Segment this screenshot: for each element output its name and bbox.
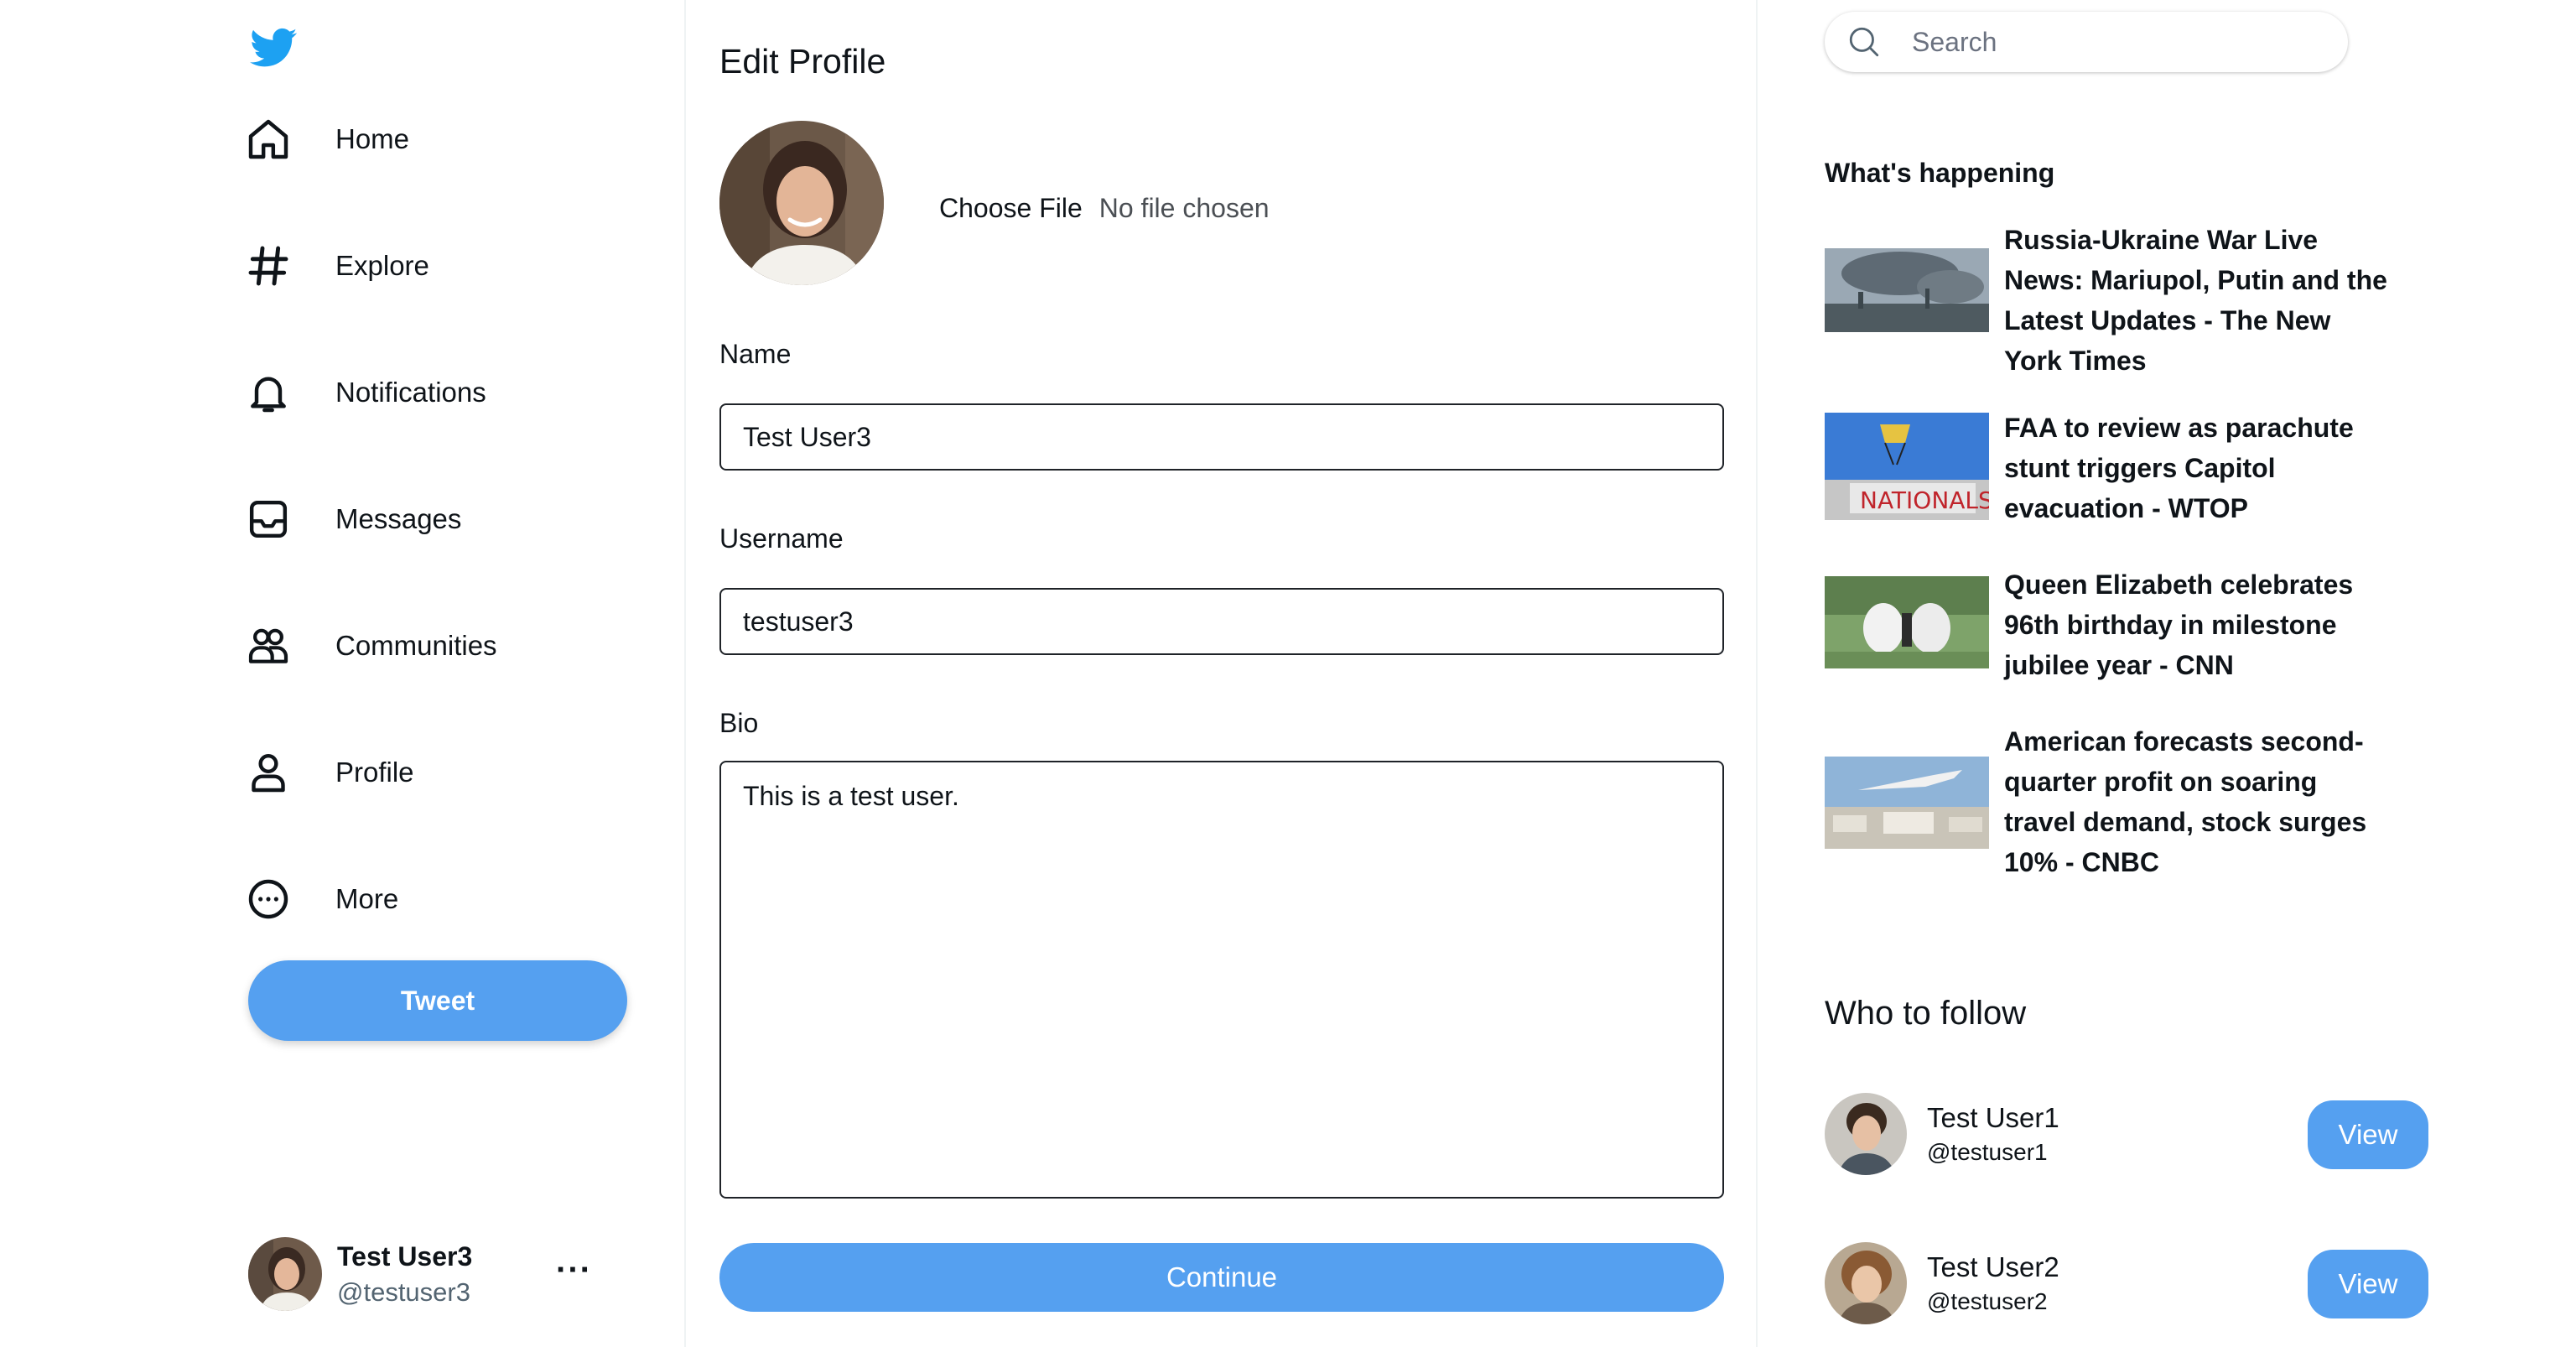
- follow-name: Test User1: [1927, 1102, 2059, 1133]
- sidebar-item-label: Messages: [335, 503, 462, 534]
- view-button[interactable]: View: [2308, 1250, 2428, 1318]
- avatar: [1825, 1242, 1907, 1324]
- sidebar-item-communities[interactable]: Communities: [243, 616, 595, 676]
- news-thumbnail: [1825, 576, 1989, 668]
- follow-handle: @testuser1: [1927, 1139, 2048, 1165]
- hashtag-icon: [243, 241, 293, 291]
- svg-text:NATIONALS: NATIONALS: [1860, 486, 1989, 514]
- search-input[interactable]: [1912, 26, 2314, 58]
- inbox-icon: [243, 494, 293, 544]
- profile-icon: [243, 747, 293, 798]
- follow-suggestion[interactable]: Test User2 @testuser2 View: [1825, 1241, 2428, 1325]
- sidebar-item-label: Home: [335, 123, 410, 154]
- news-headline: Queen Elizabeth celebrates 96th birthday…: [2004, 569, 2354, 680]
- whats-happening-title: What's happening: [1825, 158, 2055, 188]
- account-name: Test User3: [337, 1240, 473, 1272]
- follow-name: Test User2: [1927, 1251, 2059, 1282]
- home-icon: [243, 114, 293, 164]
- twitter-logo-icon[interactable]: [248, 23, 300, 70]
- sidebar-item-label: Profile: [335, 757, 414, 788]
- username-label: Username: [719, 523, 844, 554]
- continue-button[interactable]: Continue: [719, 1243, 1724, 1312]
- username-field[interactable]: [719, 588, 1724, 655]
- file-status: No file chosen: [1098, 193, 1270, 223]
- search-icon: [1849, 27, 1879, 57]
- news-headline: Russia-Ukraine War Live News: Mariupol, …: [2004, 225, 2387, 376]
- name-field[interactable]: [719, 403, 1724, 471]
- news-item[interactable]: American forecasts second-quarter profit…: [1825, 721, 2395, 882]
- news-headline: FAA to review as parachute stunt trigger…: [2004, 413, 2354, 523]
- page-title: Edit Profile: [719, 42, 886, 81]
- news-item[interactable]: NATIONALS FAA to review as parachute stu…: [1825, 408, 2395, 528]
- tweet-button[interactable]: Tweet: [248, 960, 627, 1041]
- bell-icon: [243, 367, 293, 418]
- sidebar-item-label: Explore: [335, 250, 429, 281]
- sidebar-item-explore[interactable]: Explore: [243, 236, 595, 296]
- avatar: [248, 1237, 322, 1311]
- view-button[interactable]: View: [2308, 1100, 2428, 1169]
- communities-icon: [243, 621, 293, 671]
- news-thumbnail: NATIONALS: [1825, 413, 1989, 520]
- more-circle-icon: [243, 874, 293, 924]
- column-divider: [1756, 0, 1758, 1347]
- name-label: Name: [719, 339, 792, 369]
- more-options-icon[interactable]: ···: [556, 1251, 592, 1289]
- news-item[interactable]: Queen Elizabeth celebrates 96th birthday…: [1825, 564, 2395, 685]
- news-headline: American forecasts second-quarter profit…: [2004, 726, 2367, 877]
- who-to-follow-title: Who to follow: [1825, 995, 2027, 1032]
- sidebar-item-notifications[interactable]: Notifications: [243, 362, 595, 423]
- follow-suggestion[interactable]: Test User1 @testuser1 View: [1825, 1092, 2428, 1176]
- avatar: [1825, 1093, 1907, 1175]
- column-divider: [684, 0, 686, 1347]
- choose-file-button[interactable]: Choose File: [939, 193, 1083, 224]
- news-thumbnail: [1825, 248, 1989, 332]
- sidebar-item-label: Notifications: [335, 377, 486, 408]
- bio-field[interactable]: This is a test user.: [719, 761, 1724, 1199]
- sidebar-item-more[interactable]: More: [243, 869, 595, 929]
- follow-handle: @testuser2: [1927, 1288, 2048, 1314]
- account-switcher[interactable]: Test User3 @testuser3 ···: [248, 1236, 592, 1312]
- sidebar-item-label: Communities: [335, 630, 497, 661]
- search-bar[interactable]: [1825, 12, 2348, 72]
- news-thumbnail: [1825, 757, 1989, 849]
- account-handle: @testuser3: [337, 1277, 470, 1307]
- sidebar-item-label: More: [335, 883, 399, 914]
- sidebar-item-profile[interactable]: Profile: [243, 742, 595, 803]
- news-item[interactable]: Russia-Ukraine War Live News: Mariupol, …: [1825, 220, 2395, 381]
- profile-photo: [719, 121, 884, 285]
- bio-label: Bio: [719, 708, 759, 738]
- sidebar-item-messages[interactable]: Messages: [243, 489, 595, 549]
- file-picker[interactable]: Choose File No file chosen: [939, 193, 1270, 224]
- sidebar-item-home[interactable]: Home: [243, 109, 595, 169]
